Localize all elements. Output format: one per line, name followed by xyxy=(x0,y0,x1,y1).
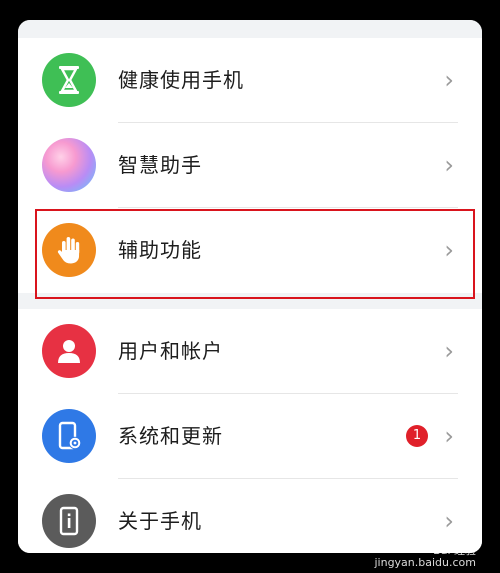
settings-item-users-accounts[interactable]: 用户和帐户 › xyxy=(18,309,482,394)
settings-item-about-phone[interactable]: 关于手机 › xyxy=(18,479,482,553)
settings-item-label: 用户和帐户 xyxy=(118,339,223,363)
notification-badge: 1 xyxy=(406,425,428,447)
chevron-right-icon: › xyxy=(444,507,454,535)
settings-screen: 健康使用手机 › 智慧助手 › 辅助功能 › 用户和帐户 › 系统和更新 1 ›… xyxy=(18,20,482,553)
settings-item-system-update[interactable]: 系统和更新 1 › xyxy=(18,394,482,479)
phone-info-icon xyxy=(42,494,96,548)
settings-item-accessibility[interactable]: 辅助功能 › xyxy=(18,208,482,293)
hourglass-icon xyxy=(42,53,96,107)
chevron-right-icon: › xyxy=(444,236,454,264)
settings-item-label: 辅助功能 xyxy=(118,238,202,262)
settings-item-label: 健康使用手机 xyxy=(118,68,244,92)
settings-item-smart-assistant[interactable]: 智慧助手 › xyxy=(18,123,482,208)
baidu-jingyan-watermark: Bai 经验 jingyan.baidu.com xyxy=(374,545,476,569)
settings-item-label: 系统和更新 xyxy=(118,424,223,448)
user-icon xyxy=(42,324,96,378)
group-separator xyxy=(18,293,482,309)
chevron-right-icon: › xyxy=(444,151,454,179)
phone-gear-icon xyxy=(42,409,96,463)
settings-item-label: 关于手机 xyxy=(118,509,202,533)
chevron-right-icon: › xyxy=(444,422,454,450)
settings-item-digital-balance[interactable]: 健康使用手机 › xyxy=(18,38,482,123)
chevron-right-icon: › xyxy=(444,66,454,94)
top-spacer xyxy=(18,20,482,38)
hand-icon xyxy=(42,223,96,277)
settings-item-label: 智慧助手 xyxy=(118,153,202,177)
gradient-orb-icon xyxy=(42,138,96,192)
chevron-right-icon: › xyxy=(444,337,454,365)
watermark-url: jingyan.baidu.com xyxy=(374,556,476,569)
